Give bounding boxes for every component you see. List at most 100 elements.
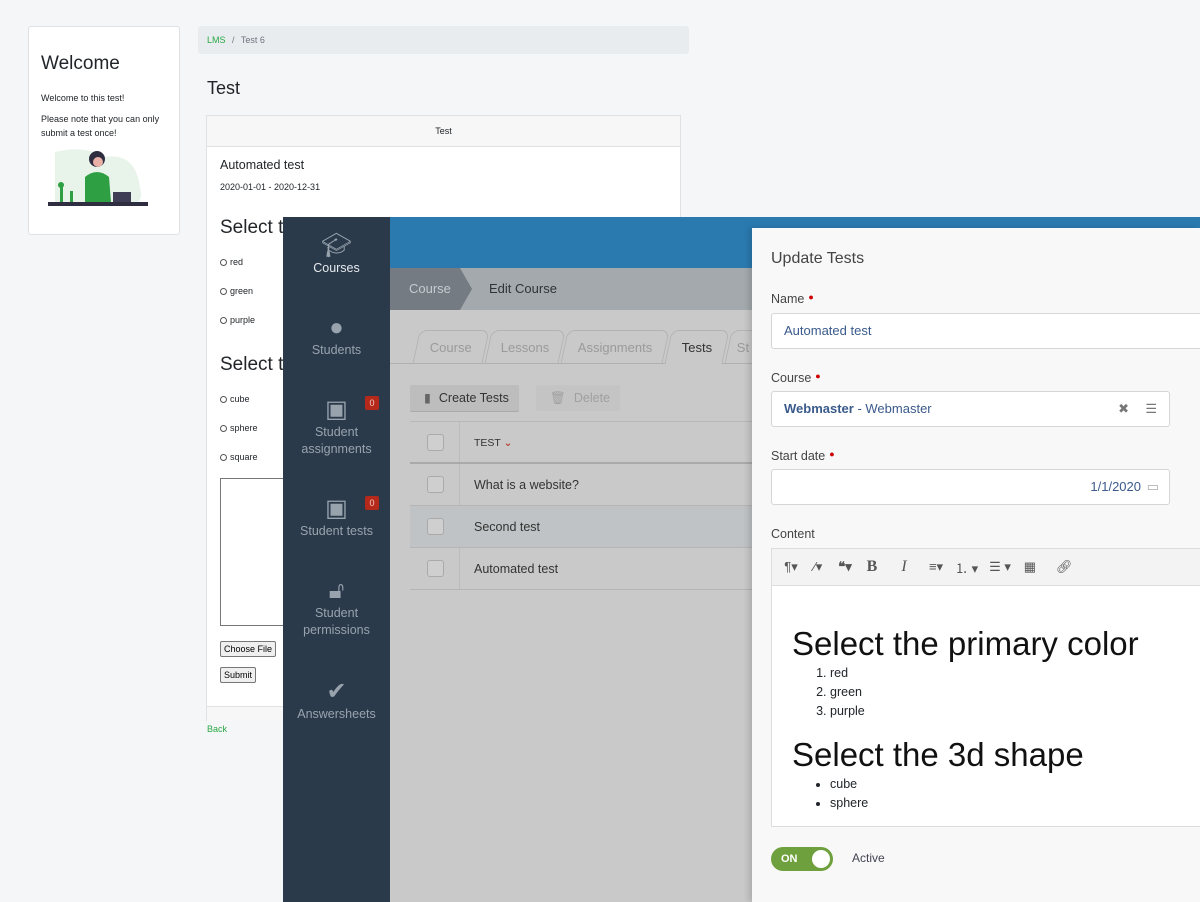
select-all-checkbox[interactable] [427, 434, 444, 451]
sort-chevron-icon: ⌄ [503, 437, 513, 449]
breadcrumb-course[interactable]: Course [390, 268, 472, 310]
back-link[interactable]: Back [207, 724, 227, 734]
page-title: Test [207, 78, 241, 98]
test-card-header: Test [207, 116, 680, 147]
toggle-state: ON [781, 853, 798, 865]
test-name: Automated test [220, 158, 305, 172]
row-checkbox[interactable] [427, 518, 444, 535]
name-input[interactable]: Automated test [771, 313, 1200, 349]
radio-red[interactable]: red [220, 257, 243, 267]
editor-ordered-list: red green purple [830, 664, 1200, 721]
course-value-code: Webmaster [784, 401, 854, 416]
bold-icon[interactable]: B [864, 558, 880, 576]
clear-icon[interactable]: ✖ [1118, 392, 1129, 426]
tests-grid: TEST ⌄ What is a website? Second test Au… [410, 421, 752, 590]
welcome-title: Welcome [41, 53, 120, 74]
sidebar-item-student-permissions[interactable]: 🔓︎ Student permissions [283, 579, 390, 639]
breadcrumb-edit-course: Edit Course [489, 281, 557, 296]
grid-header: TEST ⌄ [410, 422, 752, 464]
list-icon[interactable]: ☰ [1145, 392, 1157, 426]
welcome-card: Welcome Welcome to this test! Please not… [28, 26, 180, 235]
radio-sphere[interactable]: sphere [220, 423, 258, 433]
quote-icon[interactable]: ❝▾ [837, 559, 853, 575]
sidebar-item-label: Courses [313, 261, 360, 275]
sidebar-item-courses[interactable]: 🎓︎ Courses [283, 232, 390, 277]
list-item: purple [830, 702, 1200, 721]
editor-toolbar: ¶▾ ⁄▾ ❝▾ B I ≡▾ ⒈ ▾ ☰ ▾ ▦ 🔗︎ [771, 548, 1200, 586]
name-label: Name ● [771, 292, 814, 306]
start-date-input[interactable]: 1/1/2020 ▭ [771, 469, 1170, 505]
ordered-list-icon[interactable]: ⒈ ▾ [955, 558, 978, 577]
radio-label: cube [230, 394, 250, 404]
active-label: Active [852, 851, 885, 865]
tab-assignments[interactable]: Assignments [560, 330, 670, 364]
radio-label: purple [230, 315, 256, 325]
unordered-list-icon[interactable]: ☰ ▾ [989, 559, 1011, 575]
align-icon[interactable]: ≡▾ [928, 559, 944, 575]
calendar-icon[interactable]: ▭ [1147, 470, 1159, 504]
tab-lessons[interactable]: Lessons [484, 330, 566, 364]
create-tests-button[interactable]: ▮ Create Tests [410, 385, 519, 411]
course-label: Course ● [771, 371, 821, 385]
sidebar-item-students[interactable]: ● Students [283, 316, 390, 359]
sidebar-item-answersheets[interactable]: ✔ Answersheets [283, 678, 390, 723]
content-label: Content [771, 527, 815, 541]
check-icon: ✔ [326, 678, 347, 705]
radio-purple[interactable]: purple [220, 315, 255, 325]
tab-course[interactable]: Course [412, 330, 490, 364]
radio-label: red [230, 257, 244, 267]
create-label: Create Tests [438, 391, 509, 405]
sidebar-item-label: Answersheets [297, 707, 376, 721]
course-select[interactable]: Webmaster - Webmaster ✖ ☰ [771, 391, 1170, 427]
delete-label: Delete [573, 391, 611, 405]
sidebar-item-label: Student tests [300, 524, 373, 538]
table-row[interactable]: What is a website? [410, 464, 752, 506]
radio-square[interactable]: square [220, 452, 258, 462]
sidebar-item-label: Students [311, 343, 362, 357]
active-toggle[interactable]: ON [771, 847, 833, 871]
submit-button[interactable]: Submit [220, 667, 257, 683]
sidebar-item-label: Student permissions [303, 606, 370, 637]
breadcrumb-separator: / [232, 35, 235, 45]
link-icon[interactable]: 🔗︎ [1056, 559, 1073, 575]
breadcrumb-lms-link[interactable]: LMS [207, 35, 226, 45]
magic-wand-icon[interactable]: ⁄▾ [810, 559, 826, 575]
column-test-header[interactable]: TEST ⌄ [474, 422, 512, 464]
table-row[interactable]: Second test [410, 506, 752, 548]
breadcrumb: LMS / Test 6 [198, 26, 689, 54]
panel-title: Update Tests [771, 250, 865, 267]
row-checkbox[interactable] [427, 560, 444, 577]
sidebar: 🎓︎ Courses ● Students ▣ Student assignments… [283, 217, 390, 902]
content-editor[interactable]: Select the primary color red green purpl… [771, 586, 1200, 827]
tab-tests[interactable]: Tests [664, 330, 730, 364]
file-icon: ▮ [424, 391, 431, 405]
italic-icon[interactable]: I [896, 558, 912, 576]
question-1-title: Select t [220, 217, 284, 238]
start-date-value: 1/1/2020 [1090, 479, 1141, 494]
list-item: green [830, 683, 1200, 702]
test-dates: 2020-01-01 - 2020-12-31 [220, 182, 321, 192]
trash-icon: 🗑︎ [550, 391, 566, 405]
tests-count-badge: 0 [365, 496, 379, 510]
radio-green[interactable]: green [220, 286, 253, 296]
radio-cube[interactable]: cube [220, 394, 250, 404]
assignments-count-badge: 0 [365, 396, 379, 410]
list-item: cube [830, 775, 1200, 794]
paragraph-style-icon[interactable]: ¶▾ [783, 559, 799, 575]
table-icon[interactable]: ▦ [1022, 559, 1038, 575]
row-checkbox[interactable] [427, 476, 444, 493]
delete-button[interactable]: 🗑︎ Delete [536, 385, 621, 411]
list-item: red [830, 664, 1200, 683]
radio-label: square [230, 452, 258, 462]
breadcrumb-current: Test 6 [240, 35, 265, 45]
editor-heading-2: Select the 3d shape [792, 736, 1084, 773]
graduation-cap-icon: 🎓︎ [321, 232, 352, 259]
table-row[interactable]: Automated test [410, 548, 752, 590]
app-breadcrumb: Course Edit Course [390, 268, 752, 310]
choose-file-button[interactable]: Choose File [220, 641, 277, 657]
course-value-name: - Webmaster [853, 401, 932, 416]
row-title: Second test [474, 520, 541, 534]
row-title: Automated test [474, 562, 559, 576]
welcome-note: Please note that you can only submit a t… [41, 114, 160, 138]
question-2-title: Select t [220, 354, 284, 375]
